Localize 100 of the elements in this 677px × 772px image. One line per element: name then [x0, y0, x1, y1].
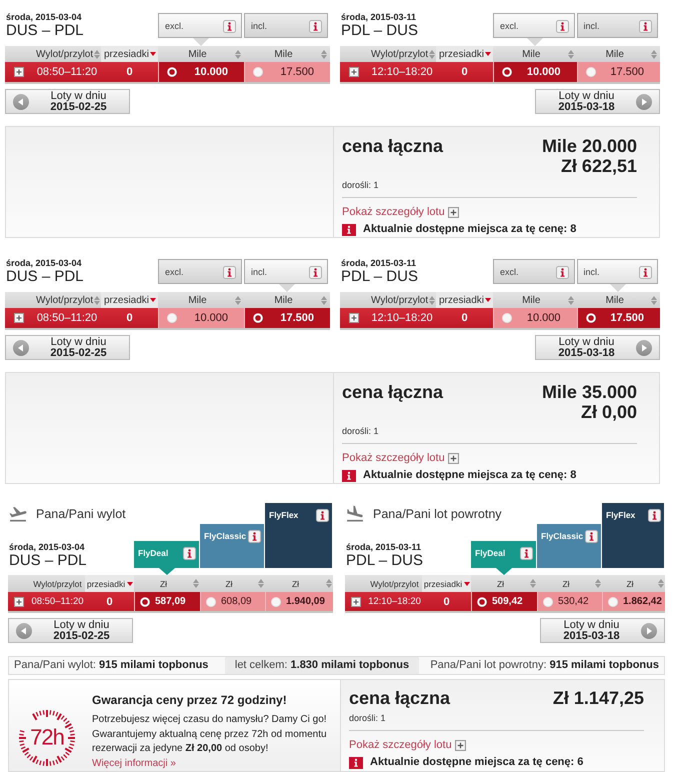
plus-icon[interactable]: [14, 67, 24, 77]
info-icon[interactable]: [556, 20, 568, 33]
radio-icon: [167, 67, 177, 77]
day-button[interactable]: Loty w dniu 2015-02-25: [5, 89, 130, 114]
plus-icon[interactable]: [14, 313, 24, 323]
column-header[interactable]: przesiadki: [436, 292, 493, 308]
info-icon[interactable]: [248, 530, 262, 543]
price-amount: Zł 1.147,25: [552, 688, 644, 708]
info-icon[interactable]: [556, 266, 568, 279]
column-header[interactable]: Zł: [134, 575, 200, 592]
column-header[interactable]: Mile: [576, 46, 660, 62]
day-button[interactable]: Loty w dniu 2015-03-18: [535, 335, 660, 360]
column-header[interactable]: Wylot/przylot: [33, 46, 101, 62]
fare-cell[interactable]: 509,42: [471, 592, 537, 611]
column-header[interactable]: Mile: [158, 292, 244, 308]
price-amount: Zł 622,51: [560, 156, 637, 176]
column-header[interactable]: Wylot/przylot: [368, 46, 436, 62]
column-header[interactable]: przesiadki: [101, 46, 158, 62]
fare-tab[interactable]: incl.: [576, 259, 658, 284]
info-icon[interactable]: [316, 509, 329, 522]
column-header[interactable]: Mile: [493, 46, 576, 62]
arrow-left-icon: [16, 622, 32, 638]
plus-icon[interactable]: [448, 452, 459, 464]
column-header[interactable]: Mile: [244, 292, 330, 308]
column-header[interactable]: Wylot/przylot: [367, 575, 422, 592]
column-header[interactable]: Mile: [493, 292, 576, 308]
plus-icon[interactable]: [454, 740, 466, 750]
column-header[interactable]: Zł: [200, 575, 265, 592]
caret-down-icon: [150, 298, 156, 302]
column-header[interactable]: Zł: [471, 575, 537, 592]
day-button[interactable]: Loty w dniu 2015-02-25: [8, 618, 133, 643]
fare-cell[interactable]: 10.000: [158, 62, 244, 82]
plus-icon[interactable]: [448, 206, 459, 218]
fare-cell[interactable]: 17.500: [576, 308, 660, 328]
column-header[interactable]: przesiadki: [422, 575, 471, 592]
details-link[interactable]: Pokaż szczegóły lotu: [349, 738, 452, 752]
info-icon[interactable]: [223, 20, 236, 33]
details-link[interactable]: Pokaż szczegóły lotu: [342, 451, 445, 465]
details-link[interactable]: Pokaż szczegóły lotu: [342, 205, 445, 219]
info-icon[interactable]: [639, 20, 652, 33]
column-header[interactable]: przesiadki: [101, 292, 158, 308]
fare-cell[interactable]: 10.000: [493, 62, 576, 82]
sort-icon: [258, 579, 264, 588]
column-header[interactable]: przesiadki: [436, 46, 493, 62]
fare-tab[interactable]: FlyClassic: [537, 524, 601, 568]
fare-tab[interactable]: FlyClassic: [200, 524, 264, 568]
fare-cell[interactable]: 17.500: [244, 62, 330, 82]
column-header[interactable]: Mile: [576, 292, 660, 308]
info-icon[interactable]: [309, 266, 322, 279]
caret-down-icon: [127, 582, 133, 586]
radio-icon: [271, 596, 281, 606]
column-header[interactable]: Mile: [244, 46, 330, 62]
fare-tab[interactable]: incl.: [576, 13, 658, 38]
info-icon[interactable]: [223, 266, 236, 279]
info-icon[interactable]: [309, 20, 322, 33]
caret-down-icon: [464, 582, 470, 586]
fare-cell[interactable]: 1.940,09: [265, 592, 333, 611]
info-icon[interactable]: [639, 266, 652, 279]
plus-icon[interactable]: [349, 67, 359, 77]
fare-cell[interactable]: 17.500: [244, 308, 330, 328]
availability-text: Aktualnie dostępne miejsca za tę cenę: 8: [363, 469, 576, 482]
fare-tab[interactable]: incl.: [244, 259, 328, 284]
info-icon[interactable]: [183, 547, 196, 560]
guarantee-title: Gwarancja ceny przez 72 godziny!: [92, 693, 287, 708]
info-icon[interactable]: [520, 547, 533, 560]
fare-cell[interactable]: 10.000: [493, 308, 576, 328]
fare-tab[interactable]: excl.: [158, 259, 242, 284]
sort-icon: [94, 296, 100, 304]
day-button[interactable]: Loty w dniu 2015-03-18: [540, 618, 665, 643]
plus-icon[interactable]: [14, 596, 24, 606]
day-button[interactable]: Loty w dniu 2015-02-25: [5, 335, 130, 360]
fare-tab[interactable]: excl.: [493, 259, 574, 284]
plus-icon[interactable]: [351, 596, 361, 606]
column-header[interactable]: przesiadki: [85, 575, 134, 592]
caret-down-icon: [485, 52, 492, 56]
column-header[interactable]: Wylot/przylot: [33, 292, 101, 308]
fare-tab[interactable]: excl.: [493, 13, 574, 38]
info-icon[interactable]: [648, 509, 661, 522]
fare-cell[interactable]: 608,09: [200, 592, 265, 611]
column-header[interactable]: Wylot/przylot: [30, 575, 85, 592]
fare-tab[interactable]: FlyFlex: [602, 503, 664, 568]
plus-icon[interactable]: [349, 313, 359, 323]
info-icon[interactable]: [585, 530, 598, 543]
fare-tab[interactable]: excl.: [158, 13, 242, 38]
column-header[interactable]: Zł: [537, 575, 602, 592]
column-header[interactable]: Wylot/przylot: [368, 292, 436, 308]
fare-cell[interactable]: 530,42: [537, 592, 602, 611]
fare-cell[interactable]: 1.862,42: [602, 592, 665, 611]
day-button[interactable]: Loty w dniu 2015-03-18: [535, 89, 660, 114]
fare-tab[interactable]: incl.: [244, 13, 328, 38]
fare-tab[interactable]: FlyFlex: [265, 503, 332, 568]
fare-cell[interactable]: 10.000: [158, 308, 244, 328]
flight-date: środa, 2015-03-11: [346, 542, 422, 553]
fare-cell[interactable]: 17.500: [576, 62, 660, 82]
more-info-link[interactable]: Więcej informacji »: [92, 756, 176, 770]
fare-cell[interactable]: 587,09: [134, 592, 200, 611]
column-header[interactable]: Zł: [602, 575, 665, 592]
column-header[interactable]: Zł: [265, 575, 333, 592]
sort-icon: [595, 579, 601, 588]
column-header[interactable]: Mile: [158, 46, 244, 62]
